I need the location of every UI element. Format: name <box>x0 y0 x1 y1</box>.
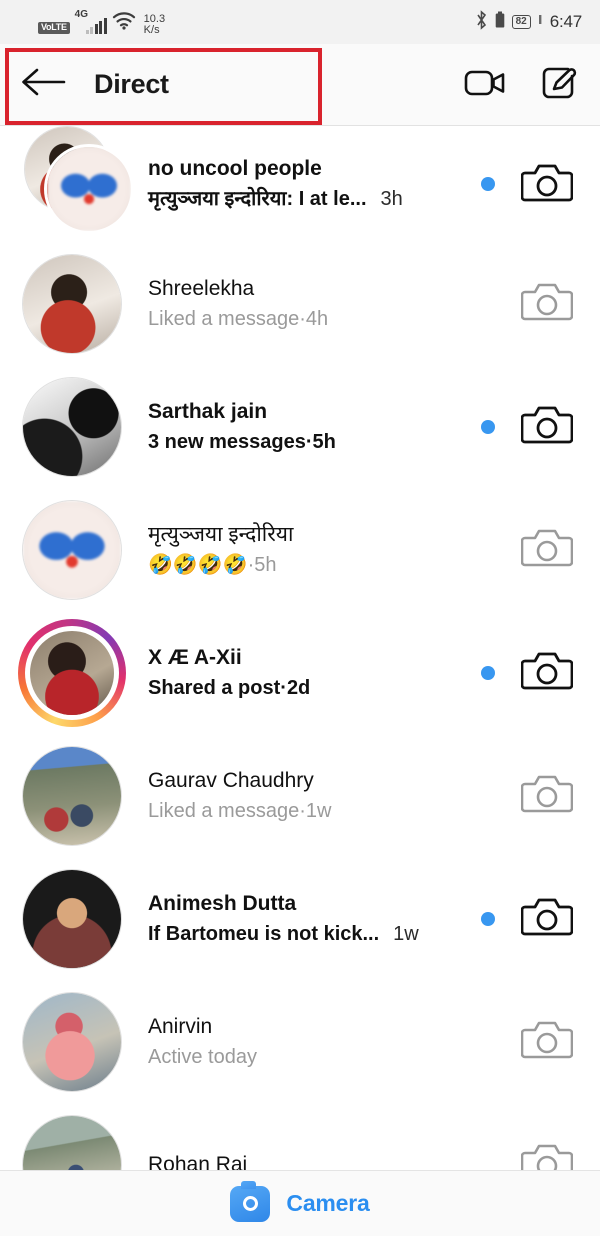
row-camera-button[interactable] <box>520 523 574 577</box>
camera-icon <box>520 524 574 575</box>
avatar[interactable] <box>18 988 126 1096</box>
preview-separator: · <box>247 553 255 576</box>
status-bar: VoLTE 4G 10.3 K/s 82 6:47 <box>0 0 600 44</box>
conversation-row[interactable]: Anirvin Active today <box>0 980 600 1103</box>
conversation-preview: 3 new messages <box>148 430 306 453</box>
compose-message-button[interactable] <box>538 63 578 108</box>
conversation-timestamp: 5h <box>312 430 336 453</box>
camera-icon <box>520 278 574 329</box>
conversation-timestamp: 3h <box>380 188 403 210</box>
conversation-row[interactable]: Gaurav Chaudhry Liked a message · 1w <box>0 734 600 857</box>
camera-icon <box>520 893 574 944</box>
conversation-preview: Liked a message <box>148 307 300 330</box>
conversation-timestamp: 1w <box>305 799 332 822</box>
conversation-timestamp: 5h <box>254 553 277 576</box>
unread-dot <box>481 665 495 680</box>
camera-icon <box>520 770 574 821</box>
avatar[interactable] <box>18 496 126 604</box>
avatar[interactable] <box>18 742 126 850</box>
preview-separator: · <box>299 799 306 822</box>
camera-icon <box>520 647 574 698</box>
conversation-row[interactable]: Animesh Dutta If Bartomeu is not kick...… <box>0 857 600 980</box>
conversation-row[interactable]: Shreelekha Liked a message · 4h <box>0 242 600 365</box>
compose-pencil-icon <box>538 67 578 107</box>
avatar[interactable] <box>18 618 126 727</box>
avatar[interactable] <box>18 373 126 481</box>
row-camera-button[interactable] <box>520 400 574 454</box>
wifi-icon <box>112 11 136 35</box>
unread-dot <box>481 177 495 191</box>
camera-icon <box>520 401 574 452</box>
conversation-row[interactable]: Sarthak jain 3 new messages · 5h <box>0 365 600 488</box>
bottom-camera-bar[interactable]: Camera <box>0 1170 600 1236</box>
camera-badge-icon <box>230 1180 271 1222</box>
unread-dot <box>481 911 495 926</box>
conversation-list[interactable]: no uncool people मृत्युञ्जया इन्दोरिया: … <box>0 126 600 1226</box>
conversation-preview: 🤣🤣🤣🤣 <box>148 553 248 576</box>
battery-small-icon <box>495 11 505 33</box>
conversation-row[interactable]: X Æ A-Xii Shared a post · 2d <box>0 611 600 734</box>
battery-tip-icon <box>538 13 543 31</box>
preview-separator: · <box>280 676 287 699</box>
row-camera-button[interactable] <box>520 1015 574 1069</box>
status-bar-left: VoLTE 4G 10.3 K/s <box>38 9 165 36</box>
conversation-timestamp: 4h <box>305 307 329 330</box>
conversation-preview: Liked a message <box>148 799 300 822</box>
video-camera-icon <box>464 70 508 104</box>
conversation-preview: If Bartomeu is not kick... <box>148 922 380 945</box>
bluetooth-icon <box>475 9 488 35</box>
signal-bars-icon <box>85 18 107 34</box>
volte-icon: VoLTE <box>38 22 70 34</box>
row-camera-button[interactable] <box>520 646 574 700</box>
back-arrow-icon <box>20 65 66 104</box>
status-bar-right: 82 6:47 <box>475 0 582 44</box>
header-actions <box>464 44 578 126</box>
video-call-button[interactable] <box>464 66 508 105</box>
conversation-preview: Shared a post <box>148 676 281 699</box>
story-ring[interactable] <box>18 618 126 727</box>
battery-percentage: 82 <box>511 15 531 29</box>
avatar[interactable] <box>18 865 126 973</box>
group-avatar-front <box>44 144 134 234</box>
preview-separator: · <box>299 307 306 330</box>
conversation-timestamp: 1w <box>393 922 419 945</box>
conversation-timestamp: 2d <box>286 676 311 699</box>
network-speed-indicator: 10.3 K/s <box>144 14 165 36</box>
avatar[interactable] <box>18 250 126 358</box>
row-camera-button[interactable] <box>520 769 574 823</box>
cellular-signal-icon: 4G <box>74 9 107 34</box>
conversation-preview: मृत्युञ्जया इन्दोरिया: I at le... <box>148 188 367 210</box>
app-header: Direct <box>0 44 600 126</box>
row-camera-button[interactable] <box>520 157 574 211</box>
preview-separator: · <box>305 430 313 453</box>
conversation-row[interactable]: no uncool people मृत्युञ्जया इन्दोरिया: … <box>0 126 600 242</box>
avatar[interactable] <box>18 126 134 238</box>
row-camera-button[interactable] <box>520 277 574 331</box>
conversation-preview: Active today <box>148 1045 257 1068</box>
row-camera-button[interactable] <box>520 892 574 946</box>
network-speed-unit: K/s <box>143 24 160 36</box>
page-title: Direct <box>94 69 169 99</box>
unread-dot <box>481 419 495 434</box>
group-avatar <box>18 126 134 238</box>
camera-label: Camera <box>286 1190 370 1216</box>
conversation-row[interactable]: मृत्युञ्जया इन्दोरिया 🤣🤣🤣🤣 · 5h <box>0 488 600 611</box>
back-button[interactable] <box>8 65 78 104</box>
network-type-label: 4G <box>74 9 89 20</box>
camera-icon <box>520 159 574 210</box>
status-bar-clock: 6:47 <box>549 12 582 31</box>
camera-icon <box>520 1016 574 1067</box>
